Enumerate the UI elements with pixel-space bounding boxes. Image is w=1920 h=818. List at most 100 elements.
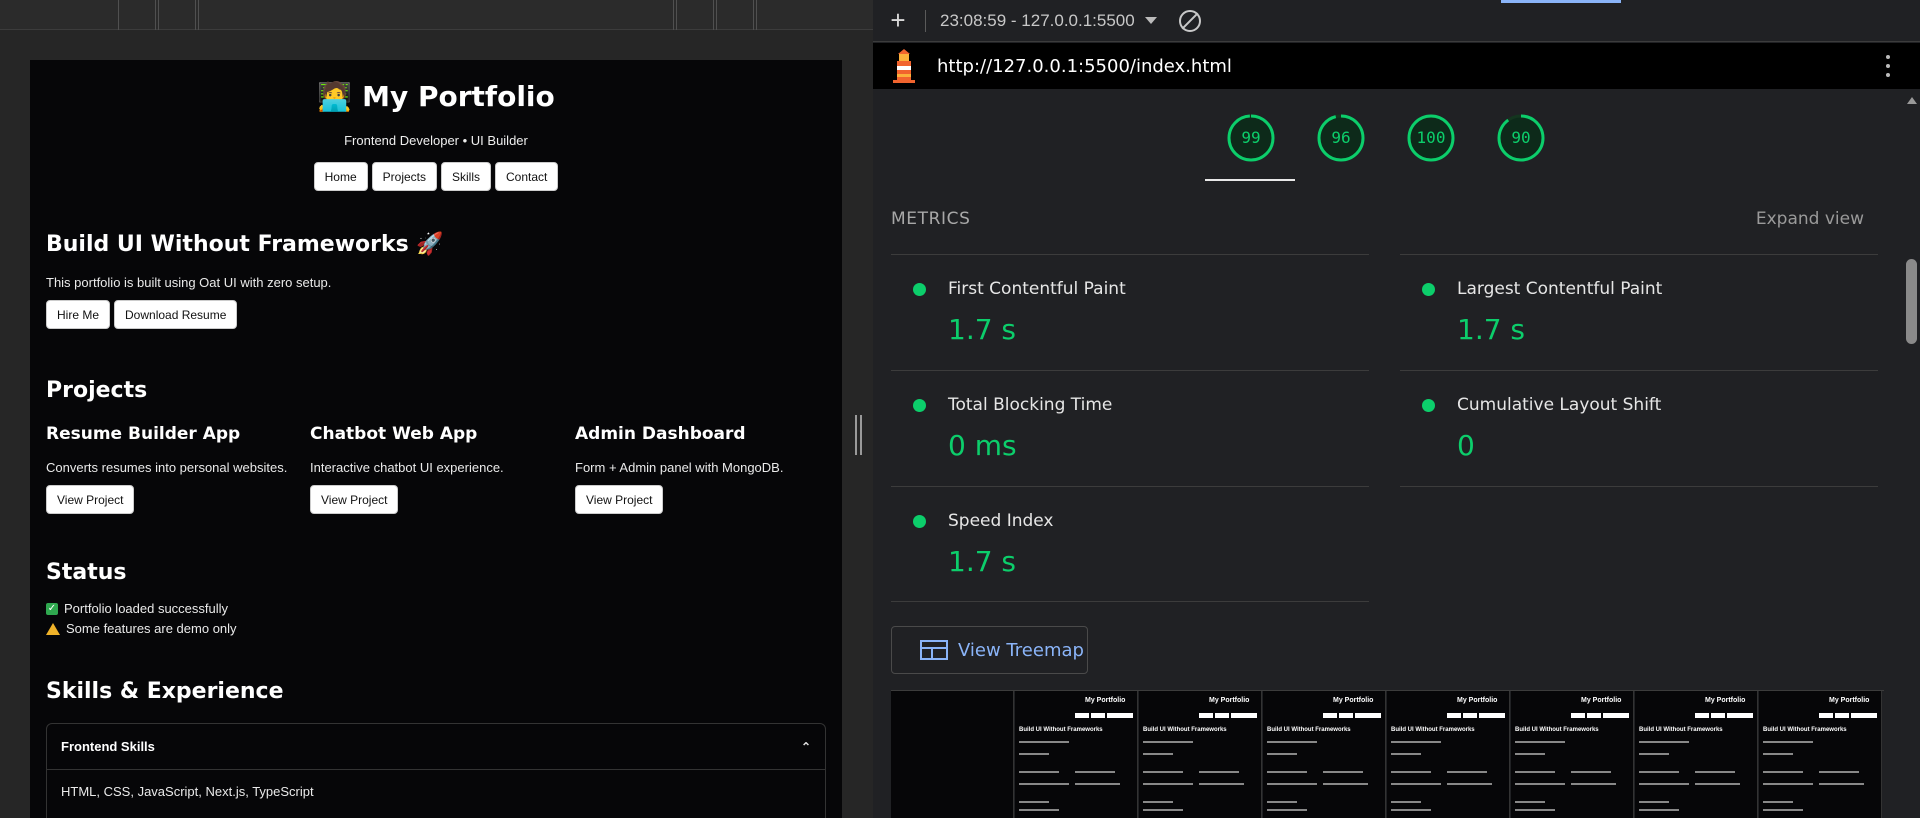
skills-accordion: Frontend Skills ⌃ HTML, CSS, JavaScript,… (46, 723, 826, 818)
project-card: Admin Dashboard Form + Admin panel with … (575, 424, 825, 514)
frame-heading: Build UI Without Frameworks (1267, 727, 1351, 733)
chevron-up-icon: ⌃ (800, 739, 811, 754)
hero-section: Build UI Without Frameworks 🚀 This portf… (46, 232, 444, 329)
report-url: http://127.0.0.1:5500/index.html (937, 55, 1232, 77)
treemap-icon (920, 640, 948, 660)
project-title: Resume Builder App (46, 424, 241, 444)
project-desc: Form + Admin panel with MongoDB. (575, 460, 784, 475)
pass-dot-icon (1422, 283, 1435, 296)
score-value: 100 (1416, 128, 1446, 147)
score-value: 96 (1331, 128, 1351, 147)
portfolio-page: 🧑‍💻 My Portfolio Frontend Developer • UI… (30, 60, 842, 818)
score-gauge-seo[interactable]: 90 (1496, 113, 1546, 163)
filmstrip-frame: My Portfolio Build UI Without Frameworks (1387, 691, 1510, 818)
filmstrip-frame: My Portfolio Build UI Without Frameworks (1139, 691, 1262, 818)
active-gauge-indicator (1205, 179, 1295, 181)
frame-title: My Portfolio (1333, 697, 1374, 704)
filmstrip-frame: My Portfolio Build UI Without Frameworks (1635, 691, 1758, 818)
report-url-bar: http://127.0.0.1:5500/index.html (873, 43, 1920, 89)
report-content: 99 96 100 90 METRICS Expand view First C… (873, 89, 1903, 818)
frame-heading: Build UI Without Frameworks (1763, 727, 1847, 733)
page-subtitle: Frontend Developer • UI Builder (344, 133, 528, 148)
metric-tbt: Total Blocking Time 0 ms (891, 370, 1369, 485)
frame-title: My Portfolio (1705, 697, 1746, 704)
frame-heading: Build UI Without Frameworks (1639, 727, 1723, 733)
nav-contact-button[interactable]: Contact (495, 162, 559, 191)
skills-heading: Skills & Experience (46, 679, 284, 704)
frame-title: My Portfolio (1457, 697, 1498, 704)
view-project-button[interactable]: View Project (575, 485, 664, 514)
frame-title: My Portfolio (1829, 697, 1870, 704)
top-nav: Home Projects Skills Contact (30, 162, 842, 191)
frame-heading: Build UI Without Frameworks (1019, 727, 1103, 733)
nav-projects-button[interactable]: Projects (371, 162, 437, 191)
expand-view-toggle[interactable]: Expand view (1756, 209, 1864, 229)
metric-fcp: First Contentful Paint 1.7 s (891, 254, 1369, 369)
status-line: ✓ Portfolio loaded successfully (46, 601, 229, 616)
score-value: 99 (1241, 128, 1261, 147)
pass-dot-icon (1422, 399, 1435, 412)
accordion-header[interactable]: Frontend Skills ⌃ (47, 724, 825, 770)
filmstrip-frame: My Portfolio Build UI Without Frameworks (1263, 691, 1386, 818)
filmstrip-frame (891, 691, 1014, 818)
project-desc: Interactive chatbot UI experience. (310, 460, 504, 475)
warning-icon (46, 622, 60, 635)
hero-text: This portfolio is built using Oat UI wit… (46, 275, 332, 290)
frame-title: My Portfolio (1085, 697, 1126, 704)
project-card: Resume Builder App Converts resumes into… (46, 424, 296, 514)
view-project-button[interactable]: View Project (46, 485, 135, 514)
lighthouse-toolbar: + 23:08:59 - 127.0.0.1:5500 (873, 0, 1920, 42)
title-emoji: 🧑‍💻 (317, 80, 353, 113)
page-title: 🧑‍💻 My Portfolio (317, 80, 555, 113)
preview-pane: 🧑‍💻 My Portfolio Frontend Developer • UI… (0, 0, 873, 818)
block-icon[interactable] (1178, 9, 1201, 32)
lighthouse-icon (891, 49, 917, 83)
frame-heading: Build UI Without Frameworks (1391, 727, 1475, 733)
accordion-body: HTML, CSS, JavaScript, Next.js, TypeScri… (61, 784, 314, 799)
project-title: Admin Dashboard (575, 424, 746, 444)
filmstrip: My Portfolio Build UI Without Frameworks M… (891, 690, 1884, 818)
status-section: Status ✓ Portfolio loaded successfully S… (46, 560, 237, 641)
filmstrip-frame: My Portfolio Build UI Without Frameworks (1015, 691, 1138, 818)
plus-icon[interactable]: + (885, 5, 911, 36)
preview-toolbar (0, 0, 873, 30)
caret-down-icon[interactable] (1144, 17, 1157, 24)
status-heading: Status (46, 560, 127, 585)
projects-heading: Projects (46, 378, 148, 403)
report-session-select[interactable]: 23:08:59 - 127.0.0.1:5500 (940, 11, 1135, 31)
nav-skills-button[interactable]: Skills (441, 162, 492, 191)
score-value: 90 (1511, 128, 1531, 147)
frame-title: My Portfolio (1209, 697, 1250, 704)
metric-cls: Cumulative Layout Shift 0 (1400, 370, 1878, 485)
pass-dot-icon (913, 515, 926, 528)
hire-me-button[interactable]: Hire Me (46, 300, 111, 329)
metric-si: Speed Index 1.7 s (891, 486, 1369, 601)
view-treemap-button[interactable]: View Treemap (891, 626, 1088, 674)
score-gauge-best-practices[interactable]: 100 (1406, 113, 1456, 163)
project-title: Chatbot Web App (310, 424, 478, 444)
score-gauges: 99 96 100 90 (873, 89, 1903, 181)
vertical-scrollbar[interactable] (1903, 89, 1920, 818)
filmstrip-frame: My Portfolio Build UI Without Frameworks (1511, 691, 1634, 818)
project-desc: Converts resumes into personal websites. (46, 460, 288, 475)
filmstrip-frame: My Portfolio Build UI Without Frameworks (1759, 691, 1882, 818)
pane-resize-handle[interactable] (855, 415, 863, 455)
kebab-menu-icon[interactable] (1886, 55, 1890, 77)
metric-lcp: Largest Contentful Paint 1.7 s (1400, 254, 1878, 369)
download-resume-button[interactable]: Download Resume (114, 300, 238, 329)
nav-home-button[interactable]: Home (313, 162, 368, 191)
status-line: Some features are demo only (46, 621, 237, 636)
score-gauge-performance[interactable]: 99 (1226, 113, 1276, 163)
metrics-title: METRICS (891, 209, 971, 229)
view-project-button[interactable]: View Project (310, 485, 399, 514)
lighthouse-panel: + 23:08:59 - 127.0.0.1:5500 http://127.0… (873, 0, 1920, 818)
hero-heading: Build UI Without Frameworks 🚀 (46, 232, 444, 257)
frame-title: My Portfolio (1581, 697, 1622, 704)
frame-heading: Build UI Without Frameworks (1515, 727, 1599, 733)
pass-dot-icon (913, 283, 926, 296)
score-gauge-accessibility[interactable]: 96 (1316, 113, 1366, 163)
project-card: Chatbot Web App Interactive chatbot UI e… (310, 424, 560, 514)
frame-heading: Build UI Without Frameworks (1143, 727, 1227, 733)
checkmark-icon: ✓ (46, 602, 58, 615)
pass-dot-icon (913, 399, 926, 412)
